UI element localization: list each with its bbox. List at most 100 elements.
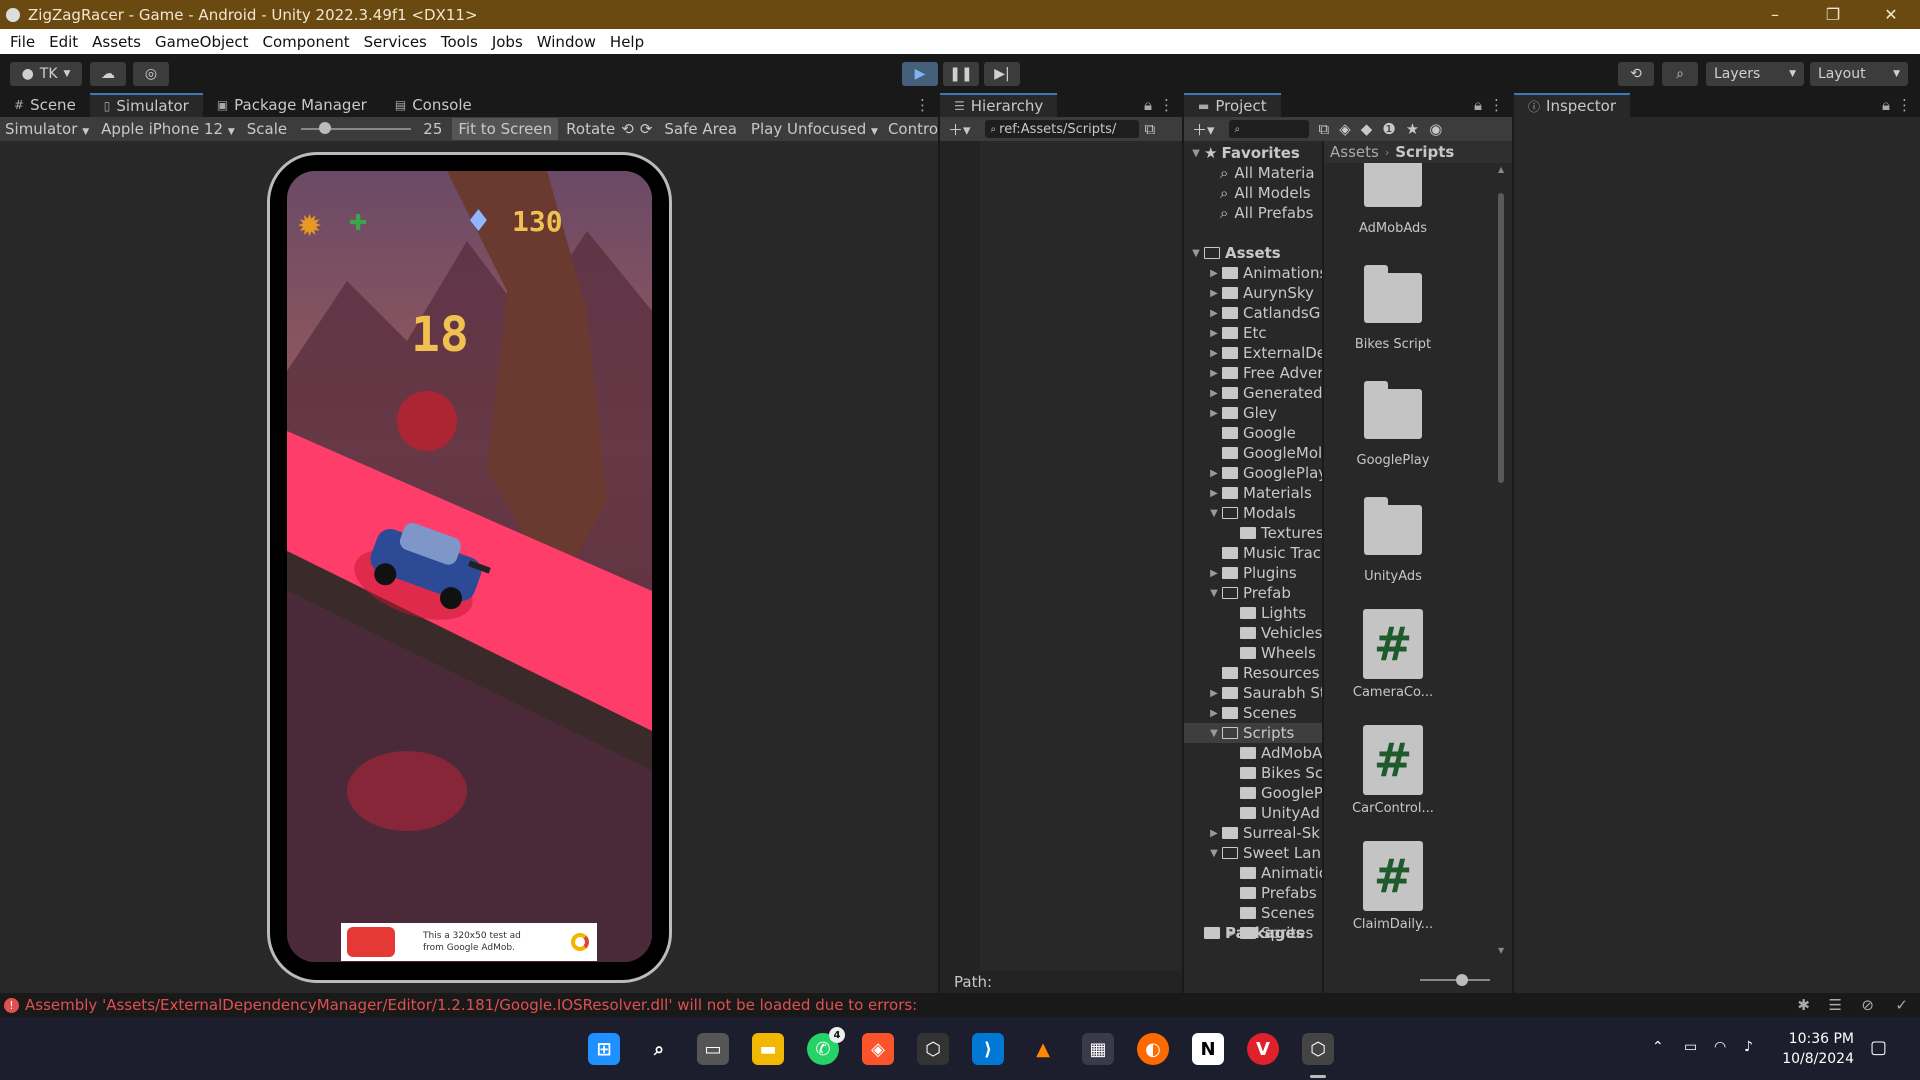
tree-folder-item[interactable]: ▼ Scripts bbox=[1184, 723, 1322, 743]
battery-icon[interactable]: ▭ bbox=[1684, 1039, 1697, 1055]
layers-dropdown[interactable]: Layers ▼ bbox=[1706, 62, 1804, 86]
menu-jobs[interactable]: Jobs bbox=[492, 33, 523, 51]
tab-package-manager[interactable]: ▣ Package Manager bbox=[203, 93, 381, 117]
console-status-bar[interactable]: ! Assembly 'Assets/ExternalDependencyMan… bbox=[0, 993, 1920, 1017]
more-options-icon[interactable]: ⋮ bbox=[1159, 96, 1174, 114]
fit-to-screen-button[interactable]: Fit to Screen bbox=[452, 118, 559, 140]
layout-dropdown[interactable]: Layout ▼ bbox=[1810, 62, 1908, 86]
vivaldi-icon[interactable]: V bbox=[1247, 1033, 1279, 1065]
layers-status-icon[interactable]: ☰ bbox=[1829, 996, 1842, 1014]
hidden-icon[interactable]: ◉ bbox=[1429, 120, 1442, 138]
start-icon[interactable]: ⊞ bbox=[588, 1033, 620, 1065]
star-icon[interactable]: ★ bbox=[1406, 120, 1419, 138]
favorite-item[interactable]: ⌕ All Models bbox=[1220, 183, 1311, 203]
asset-grid-scrollbar[interactable]: ▲ ▼ bbox=[1496, 165, 1506, 955]
lock-icon[interactable]: 🔒︎ bbox=[1882, 96, 1890, 114]
tree-folder-item[interactable]: ▶ Scenes bbox=[1206, 703, 1296, 723]
gamepad-icon[interactable]: ✚ bbox=[349, 211, 367, 236]
task-view-icon[interactable]: ▭ bbox=[697, 1033, 729, 1065]
more-options-icon[interactable]: ⋮ bbox=[1489, 96, 1504, 114]
tab-project[interactable]: ▬ Project bbox=[1184, 93, 1281, 117]
expand-arrow[interactable]: ▶ bbox=[1206, 468, 1222, 479]
project-search-field[interactable]: ⌕ bbox=[1228, 120, 1309, 138]
tab-hierarchy[interactable]: ☰ Hierarchy bbox=[940, 93, 1058, 117]
notifications-icon[interactable]: ▢ bbox=[1870, 1037, 1887, 1058]
tree-folder-item[interactable]: ▶ CatlandsG bbox=[1206, 303, 1320, 323]
expand-arrow[interactable]: ▶ bbox=[1206, 288, 1222, 299]
scale-slider[interactable] bbox=[301, 122, 412, 134]
expand-arrow[interactable]: ▼ bbox=[1206, 508, 1222, 519]
volume-icon[interactable]: ♪ bbox=[1744, 1039, 1753, 1055]
search-button[interactable]: ⌕ bbox=[1662, 62, 1698, 86]
tree-folder-item[interactable]: ▶ ExternalDe bbox=[1206, 343, 1322, 363]
tree-folder-item[interactable]: Textures bbox=[1224, 523, 1322, 543]
tree-folder-item[interactable]: ▶ Free Adver bbox=[1206, 363, 1322, 383]
tree-folder-item[interactable]: Google bbox=[1206, 423, 1296, 443]
tree-folder-item[interactable]: ▶ Etc bbox=[1206, 323, 1266, 343]
favorite-item[interactable]: ⌕ All Prefabs bbox=[1220, 203, 1313, 223]
expand-arrow[interactable]: ▶ bbox=[1206, 828, 1222, 839]
tray-chevron-up-icon[interactable]: ⌃ bbox=[1652, 1039, 1664, 1055]
device-dropdown[interactable]: Apple iPhone 12 ▼ bbox=[101, 120, 235, 138]
menu-assets[interactable]: Assets bbox=[92, 33, 141, 51]
check-icon[interactable]: ✓ bbox=[1895, 996, 1908, 1014]
collab-button[interactable]: ◎ bbox=[133, 62, 169, 86]
tree-folder-item[interactable]: ▶ Plugins bbox=[1206, 563, 1297, 583]
icon-size-slider[interactable] bbox=[1420, 974, 1490, 986]
lock-icon[interactable]: 🔒︎ bbox=[1474, 96, 1482, 114]
crunchyroll-icon[interactable]: ◐ bbox=[1137, 1033, 1169, 1065]
settings-icon[interactable]: ✹ bbox=[297, 209, 322, 244]
alert-icon[interactable]: ❶ bbox=[1382, 120, 1395, 138]
minimize-button[interactable]: – bbox=[1746, 0, 1804, 29]
scrollbar-thumb[interactable] bbox=[1498, 193, 1504, 483]
tree-folder-item[interactable]: ▶ GooglePlay bbox=[1206, 463, 1322, 483]
expand-arrow[interactable]: ▼ bbox=[1206, 588, 1222, 599]
expand-arrow[interactable]: ▼ bbox=[1206, 848, 1222, 859]
menu-edit[interactable]: Edit bbox=[49, 33, 78, 51]
tree-folder-item[interactable]: GoogleP bbox=[1224, 783, 1322, 803]
tree-folder-item[interactable]: ▶ Surreal-Sk bbox=[1206, 823, 1320, 843]
file-explorer-icon[interactable]: ▬ bbox=[752, 1033, 784, 1065]
create-icon[interactable]: ＋▾ bbox=[1192, 119, 1215, 140]
safe-area-toggle[interactable]: Safe Area bbox=[664, 120, 737, 138]
expand-arrow[interactable]: ▶ bbox=[1206, 368, 1222, 379]
menu-file[interactable]: File bbox=[10, 33, 35, 51]
tree-folder-item[interactable]: ▶ Saurabh St bbox=[1206, 683, 1322, 703]
expand-arrow[interactable]: ▶ bbox=[1206, 388, 1222, 399]
tree-folder-item[interactable]: ▶ Gley bbox=[1206, 403, 1277, 423]
tree-folder-item[interactable]: Wheels bbox=[1224, 643, 1316, 663]
tree-folder-item[interactable]: UnityAd bbox=[1224, 803, 1320, 823]
tree-folder-item[interactable]: Music Trac bbox=[1206, 543, 1321, 563]
expand-arrow[interactable]: ▼ bbox=[1188, 148, 1204, 159]
pause-button[interactable]: ❚❚ bbox=[943, 62, 979, 86]
scale-slider-handle[interactable] bbox=[319, 122, 332, 134]
debug-icon[interactable]: ✱ bbox=[1797, 996, 1810, 1014]
unity-hub-icon[interactable]: ⬡ bbox=[917, 1033, 949, 1065]
notion-icon[interactable]: N bbox=[1192, 1033, 1224, 1065]
asset-folder-bikes-script[interactable]: Bikes Script bbox=[1338, 265, 1448, 352]
step-button[interactable]: ▶| bbox=[984, 62, 1020, 86]
icon-size-slider-handle[interactable] bbox=[1456, 974, 1468, 986]
search-icon[interactable]: ⌕ bbox=[643, 1033, 675, 1065]
filter-type-icon[interactable]: ⧉ bbox=[1319, 120, 1330, 138]
cloud-button[interactable]: ☁ bbox=[90, 62, 126, 86]
assets-root[interactable]: ▼ Assets bbox=[1188, 243, 1281, 263]
tree-folder-item[interactable]: ▼ Prefab bbox=[1206, 583, 1291, 603]
expand-arrow[interactable]: ▶ bbox=[1206, 348, 1222, 359]
breadcrumb-item-current[interactable]: Scripts bbox=[1395, 143, 1454, 161]
expand-arrow[interactable]: ▶ bbox=[1206, 568, 1222, 579]
tree-folder-item[interactable]: ▼ Modals bbox=[1206, 503, 1296, 523]
tree-folder-item[interactable]: AdMobA bbox=[1224, 743, 1322, 763]
tree-folder-item[interactable]: ▶ AurynSky bbox=[1206, 283, 1314, 303]
asset-script-claimdaily[interactable]: # ClaimDaily... bbox=[1338, 841, 1448, 932]
tree-folder-item[interactable]: Resources bbox=[1206, 663, 1320, 683]
tree-folder-item[interactable]: Bikes Sc bbox=[1224, 763, 1322, 783]
asset-folder-unityads[interactable]: UnityAds bbox=[1338, 497, 1448, 584]
console-error-message[interactable]: Assembly 'Assets/ExternalDependencyManag… bbox=[25, 996, 917, 1014]
lock-icon[interactable]: 🔒︎ bbox=[1144, 96, 1152, 114]
rotate-right-icon[interactable]: ⟳ bbox=[640, 120, 653, 138]
whatsapp-icon[interactable]: ✆ 4 bbox=[807, 1027, 845, 1065]
no-cache-icon[interactable]: ⊘ bbox=[1861, 996, 1874, 1014]
expand-arrow[interactable]: ▶ bbox=[1206, 268, 1222, 279]
tree-folder-item[interactable]: Lights bbox=[1224, 603, 1306, 623]
